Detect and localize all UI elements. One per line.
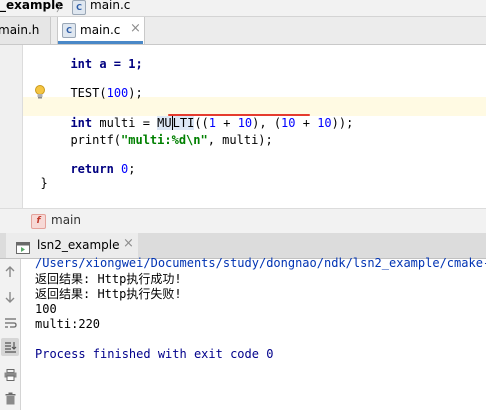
console-line: 100 [35, 302, 57, 316]
run-tab-label: lsn2_example [37, 238, 120, 252]
tab-label: main.h [0, 23, 40, 37]
console-line: 返回结果: Http执行失败! [35, 287, 182, 301]
code-line-multi: int multi = MULTI((1 + 10), (10 + 10)); [70, 116, 354, 130]
console-process-line: Process finished with exit code 0 [35, 347, 274, 361]
function-breadcrumb-bar: f main [0, 208, 486, 234]
print-icon[interactable] [1, 366, 19, 384]
soft-wrap-icon[interactable] [1, 314, 19, 332]
close-run-tab-icon[interactable]: × [123, 236, 134, 251]
tab-main-h[interactable]: main.h [0, 17, 51, 44]
close-tab-icon[interactable]: × [130, 21, 141, 36]
console-line: 返回结果: Http执行成功! [35, 272, 182, 286]
function-breadcrumb-label[interactable]: main [51, 213, 81, 227]
breadcrumb: _example 〉 C main.c [0, 0, 486, 17]
lightbulb-icon[interactable] [34, 84, 46, 99]
breadcrumb-project[interactable]: _example [0, 0, 63, 12]
breadcrumb-file[interactable]: main.c [90, 0, 130, 12]
code-line-test: TEST(100); [70, 86, 143, 100]
run-config-icon [16, 239, 30, 254]
scroll-to-end-icon[interactable] [1, 338, 19, 356]
code-line-cut: int a = 1; [70, 57, 143, 71]
code-line-printf: printf("multi:%d\n", multi); [70, 133, 273, 147]
code-line-brace: } [40, 176, 48, 190]
console-line: multi:220 [35, 317, 101, 331]
console-line: /Users/xiongwei/Documents/study/dongnao/… [35, 256, 486, 270]
code-line-return: return 0; [70, 162, 136, 176]
arrow-down-icon[interactable] [1, 288, 19, 306]
trash-icon[interactable] [1, 389, 19, 407]
console-toolbar [0, 259, 21, 410]
tab-label: main.c [80, 23, 121, 37]
arrow-up-icon[interactable] [1, 263, 19, 281]
function-icon: f [31, 214, 46, 229]
c-file-icon: C [72, 0, 86, 15]
run-tab[interactable]: lsn2_example × [6, 233, 138, 258]
editor-gutter [0, 45, 23, 208]
breadcrumb-separator: 〉 [56, 1, 67, 14]
c-file-icon: C [62, 23, 76, 38]
